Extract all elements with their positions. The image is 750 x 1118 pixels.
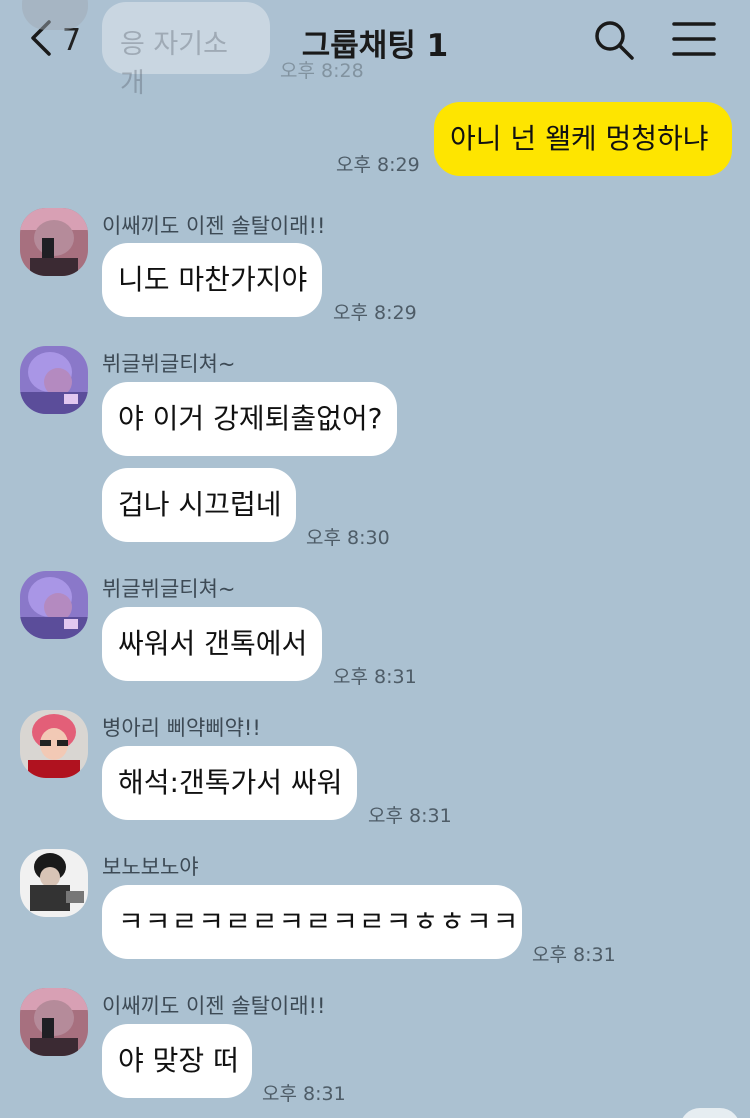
message-time: 오후 8:30	[306, 527, 390, 549]
avatar[interactable]	[20, 988, 88, 1056]
sender-name: 이쌔끼도 이젠 솔탈이래!!	[102, 994, 326, 1018]
message-bubble[interactable]: 니도 마찬가지야	[102, 243, 322, 317]
hamburger-menu-icon	[670, 22, 718, 66]
message-bubble[interactable]: 야 맞장 떠	[102, 1024, 252, 1098]
search-button[interactable]	[592, 18, 636, 62]
message-bubble[interactable]: 싸워서 갠톡에서	[102, 607, 322, 681]
avatar[interactable]	[20, 346, 88, 414]
avatar[interactable]	[20, 571, 88, 639]
message-bubble[interactable]: 해석:갠톡가서 싸워	[102, 746, 357, 820]
message-time: 오후 8:31	[262, 1083, 346, 1105]
avatar[interactable]	[20, 208, 88, 276]
menu-button[interactable]	[670, 18, 718, 62]
avatar[interactable]	[20, 710, 88, 778]
search-icon	[592, 21, 636, 66]
message-time: 오후 8:29	[333, 302, 417, 324]
faded-message-bubble: 응 자기소개	[102, 2, 270, 99]
message-bubble[interactable]: 야 이거 강제퇴출없어?	[102, 382, 397, 456]
avatar[interactable]	[20, 849, 88, 917]
sender-name: 이쌔끼도 이젠 솔탈이래!!	[102, 214, 326, 238]
message-bubble[interactable]: ㅋㅋㄹㅋㄹㄹㅋㄹㅋㄹㅋㅎㅎㅋㅋ	[102, 885, 522, 959]
message-time: 오후 8:29	[336, 154, 420, 176]
message-bubble[interactable]: 겁나 시끄럽네	[102, 468, 296, 542]
sender-name: 병아리 삐약삐약!!	[102, 716, 261, 740]
faded-message-time: 오후 8:28	[280, 60, 364, 82]
sender-name: 뷔글뷔글티쳐~	[102, 577, 236, 601]
message-time: 오후 8:31	[368, 805, 452, 827]
message-time: 오후 8:31	[532, 944, 616, 966]
scroll-indicator	[680, 1108, 740, 1118]
chat-screen: 응 자기소개 오후 8:28 7 그룹채팅 1 오후 8:29 아니 넌 왤케 …	[0, 0, 750, 1118]
message-time: 오후 8:31	[333, 666, 417, 688]
my-message-bubble[interactable]: 아니 넌 왤케 멍청하냐	[434, 102, 732, 176]
sender-name: 뷔글뷔글티쳐~	[102, 352, 236, 376]
sender-name: 보노보노야	[102, 855, 199, 879]
